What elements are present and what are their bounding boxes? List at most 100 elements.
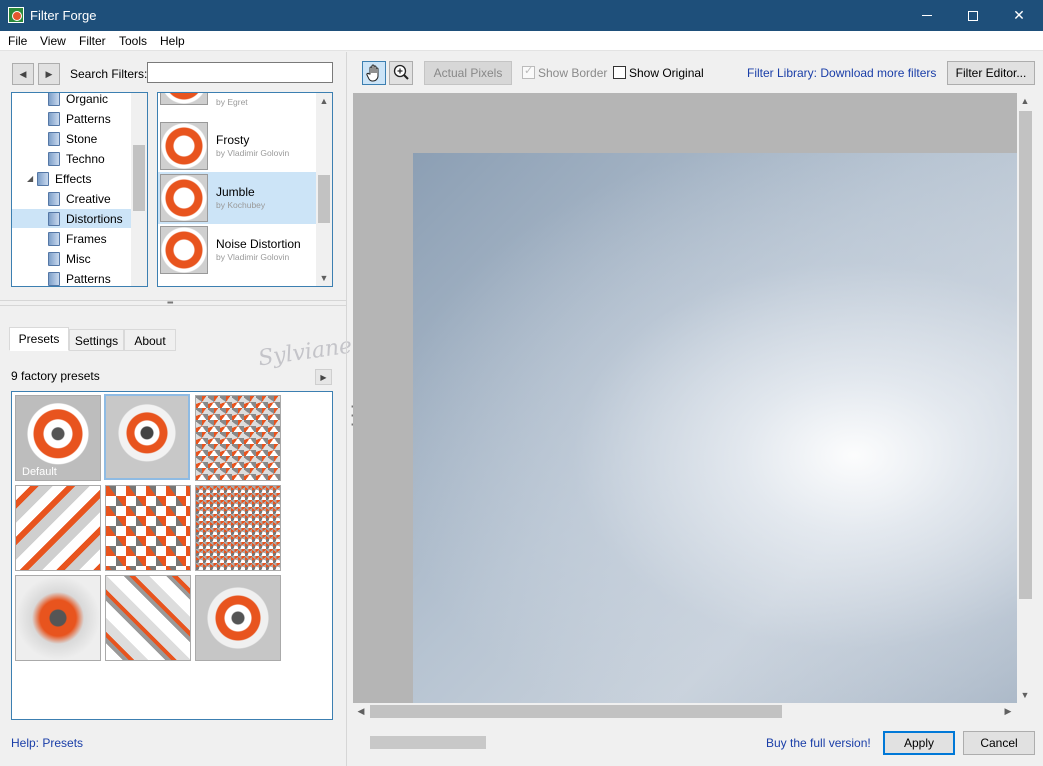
filter-browser-pane: ◀ ▶ Search Filters: Organic Patterns Sto…: [0, 52, 346, 766]
close-icon: ✕: [1013, 7, 1025, 23]
search-label: Search Filters:: [70, 67, 148, 81]
folder-icon: [48, 151, 60, 166]
tree-item-label: Distortions: [66, 211, 123, 226]
expand-arrow-icon[interactable]: ◢: [27, 174, 37, 183]
tree-item-label: Misc: [66, 251, 91, 266]
scroll-up-icon[interactable]: ▲: [1017, 93, 1033, 109]
search-input[interactable]: [147, 62, 333, 83]
folder-icon: [37, 171, 49, 186]
filter-item-frosty[interactable]: Frosty by Vladimir Golovin: [158, 120, 316, 172]
window-title: Filter Forge: [30, 8, 97, 23]
minimize-button[interactable]: [904, 0, 950, 31]
forward-button[interactable]: ▶: [38, 63, 60, 85]
tree-item-label: Techno: [66, 151, 105, 166]
preset-label: Default: [22, 466, 57, 478]
tree-item-label: Patterns: [66, 111, 111, 126]
render-progress-bar: [370, 736, 486, 749]
tree-item-label: Patterns: [66, 271, 111, 286]
horizontal-splitter[interactable]: ▪▪▪: [0, 298, 346, 307]
filter-author: by Kochubey: [216, 200, 266, 210]
folder-icon: [48, 111, 60, 126]
zoom-in-icon: [393, 64, 409, 80]
menu-file[interactable]: File: [8, 34, 27, 48]
maximize-button[interactable]: [950, 0, 996, 31]
menu-bar: File View Filter Tools Help: [0, 31, 1043, 51]
filter-list-scrollbar[interactable]: ▲ ▼: [316, 93, 332, 286]
preview-vertical-scrollbar[interactable]: ▲ ▼: [1017, 93, 1034, 703]
back-button[interactable]: ◀: [12, 63, 34, 85]
preset-thumbnail[interactable]: [15, 485, 101, 571]
filter-list[interactable]: by Egret Frosty by Vladimir Golovin Jumb…: [157, 92, 333, 287]
preset-thumbnail[interactable]: [195, 575, 281, 661]
tree-item-effects[interactable]: ◢ Effects: [27, 169, 147, 188]
preset-thumbnail[interactable]: [105, 485, 191, 571]
scroll-down-icon[interactable]: ▼: [316, 270, 332, 286]
filter-name: Noise Distortion: [216, 237, 301, 251]
scrollbar-thumb[interactable]: [370, 705, 782, 718]
menu-view[interactable]: View: [40, 34, 66, 48]
tree-item-label: Creative: [66, 191, 111, 206]
buy-full-version-link[interactable]: Buy the full version!: [766, 736, 871, 750]
filter-name: Jumble: [216, 185, 255, 199]
preview-horizontal-scrollbar[interactable]: ◀ ▶: [353, 703, 1017, 720]
minimize-icon: [922, 15, 932, 16]
preset-thumbnail[interactable]: [195, 485, 281, 571]
actual-pixels-button[interactable]: Actual Pixels: [424, 61, 512, 85]
tree-item-distortions[interactable]: Distortions: [12, 209, 131, 228]
filter-thumbnail: [160, 226, 208, 274]
checkmark-icon: ✓: [524, 65, 534, 77]
filter-item-noise-distortion[interactable]: Noise Distortion by Vladimir Golovin: [158, 224, 316, 276]
menu-help[interactable]: Help: [160, 34, 185, 48]
preset-thumbnail[interactable]: [15, 575, 101, 661]
folder-icon: [48, 211, 60, 226]
zoom-tool-button[interactable]: [389, 61, 413, 85]
filter-item-jumble[interactable]: Jumble by Kochubey: [158, 172, 316, 224]
close-button[interactable]: ✕: [996, 0, 1042, 31]
filter-author: by Egret: [216, 97, 248, 107]
tab-presets[interactable]: Presets: [9, 327, 69, 351]
apply-button[interactable]: Apply: [883, 731, 955, 755]
menu-tools[interactable]: Tools: [119, 34, 147, 48]
menu-filter[interactable]: Filter: [79, 34, 106, 48]
show-original-checkbox[interactable]: [613, 66, 626, 79]
cancel-button[interactable]: Cancel: [963, 731, 1035, 755]
hand-tool-button[interactable]: [362, 61, 386, 85]
scrollbar-thumb[interactable]: [133, 145, 145, 211]
preset-thumbnail[interactable]: Default: [15, 395, 101, 481]
tree-item-label: Stone: [66, 131, 98, 146]
filter-item[interactable]: by Egret: [158, 93, 316, 107]
arrow-right-icon: ▶: [45, 68, 53, 79]
help-presets-link[interactable]: Help: Presets: [11, 736, 83, 750]
scrollbar-thumb[interactable]: [1019, 111, 1032, 599]
preview-canvas[interactable]: [353, 93, 1017, 703]
preset-thumbnail[interactable]: [195, 395, 281, 481]
preset-thumbnail[interactable]: [105, 575, 191, 661]
grip-icon: ▪▪▪: [167, 298, 173, 307]
scroll-left-icon[interactable]: ◀: [353, 703, 369, 719]
filter-author: by Vladimir Golovin: [216, 252, 290, 262]
scroll-right-icon[interactable]: ▶: [1000, 703, 1016, 719]
filter-editor-button[interactable]: Filter Editor...: [947, 61, 1035, 85]
presets-menu-button[interactable]: ▶: [315, 369, 332, 385]
tree-item-label: Effects: [55, 171, 92, 186]
folder-icon: [48, 191, 60, 206]
filter-author: by Vladimir Golovin: [216, 148, 290, 158]
scrollbar-thumb[interactable]: [318, 175, 330, 223]
preset-thumbnail[interactable]: [104, 394, 190, 480]
tree-item-label: Organic: [66, 92, 109, 106]
tree-scrollbar[interactable]: [131, 93, 147, 286]
tab-about[interactable]: About: [124, 329, 176, 351]
app-icon: [8, 7, 24, 23]
tab-settings[interactable]: Settings: [69, 329, 124, 351]
arrow-left-icon: ◀: [19, 68, 27, 79]
show-border-checkbox[interactable]: ✓: [522, 65, 535, 79]
vertical-splitter[interactable]: ▪▪▪: [346, 52, 357, 766]
category-tree[interactable]: Organic Patterns Stone Techno ◢ Effects C…: [11, 92, 148, 287]
scroll-down-icon[interactable]: ▼: [1017, 687, 1033, 703]
scroll-up-icon[interactable]: ▲: [316, 93, 332, 109]
filter-thumbnail: [160, 174, 208, 222]
presets-grid: Default: [11, 391, 333, 720]
show-border-label: Show Border: [538, 66, 608, 80]
filter-library-link[interactable]: Filter Library: Download more filters: [747, 66, 936, 80]
tree-item-label: Frames: [66, 231, 107, 246]
